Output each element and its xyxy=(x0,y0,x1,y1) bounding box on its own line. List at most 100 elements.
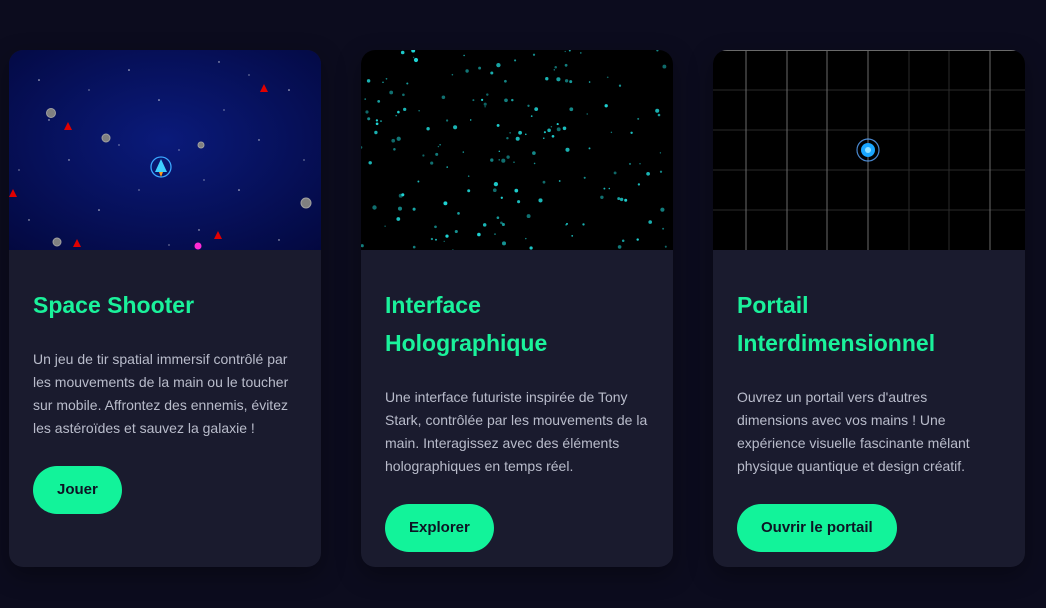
particle xyxy=(467,175,470,177)
particle xyxy=(434,225,437,229)
particle xyxy=(483,102,487,106)
particle xyxy=(400,50,405,55)
particle xyxy=(496,216,500,220)
particle xyxy=(372,205,377,210)
particle xyxy=(496,62,501,68)
particle xyxy=(556,123,559,126)
particle xyxy=(556,77,561,82)
space-shooter-preview xyxy=(9,50,321,250)
particle xyxy=(606,76,609,79)
particle xyxy=(396,217,401,221)
card-body: Portail Interdimensionnel Ouvrez un port… xyxy=(713,250,1025,552)
particle xyxy=(547,128,551,133)
particle xyxy=(441,95,446,100)
project-card-portal: Portail Interdimensionnel Ouvrez un port… xyxy=(713,50,1025,567)
particle xyxy=(543,137,545,139)
particle xyxy=(562,126,567,131)
particle xyxy=(484,106,486,108)
particle xyxy=(457,212,460,215)
particle xyxy=(430,161,434,165)
card-description: Ouvrez un portail vers d'autres dimensio… xyxy=(737,389,970,474)
particle xyxy=(571,235,574,237)
particle xyxy=(467,189,471,193)
particle xyxy=(382,81,384,84)
particle xyxy=(412,245,416,249)
particle xyxy=(533,162,536,165)
particle xyxy=(639,162,641,165)
particle xyxy=(618,84,622,87)
particle xyxy=(600,195,604,200)
particle xyxy=(554,66,557,69)
particle xyxy=(646,171,650,176)
particle xyxy=(401,193,405,197)
particle xyxy=(617,197,621,201)
particle xyxy=(655,108,660,113)
particle xyxy=(603,187,606,190)
particle xyxy=(613,171,617,175)
particle xyxy=(395,114,397,117)
open-portal-button[interactable]: Ouvrir le portail xyxy=(737,504,897,552)
particle xyxy=(526,214,531,219)
particle xyxy=(365,110,369,114)
particle xyxy=(478,66,482,70)
card-description: Un jeu de tir spatial immersif contrôlé … xyxy=(33,351,289,436)
particle xyxy=(472,99,475,102)
particle xyxy=(538,198,543,203)
particle xyxy=(662,227,665,230)
particle xyxy=(617,245,622,249)
particle xyxy=(385,77,388,80)
particle xyxy=(610,131,613,134)
particle xyxy=(496,123,500,127)
particle xyxy=(530,115,533,117)
particle xyxy=(481,98,484,101)
particle xyxy=(621,239,625,243)
particle xyxy=(586,113,588,115)
particle xyxy=(462,151,465,153)
card-description: Une interface futuriste inspirée de Tony… xyxy=(385,389,648,474)
particle xyxy=(564,63,568,67)
particle xyxy=(477,232,481,237)
particle xyxy=(565,147,570,152)
particle xyxy=(501,241,507,246)
particle xyxy=(437,145,440,148)
particle xyxy=(443,240,445,242)
particle xyxy=(500,196,503,199)
particle xyxy=(426,127,430,131)
particle xyxy=(393,148,396,151)
particle xyxy=(412,207,416,211)
card-body: Interface Holographique Une interface fu… xyxy=(361,250,673,552)
particle xyxy=(435,238,437,241)
particle xyxy=(402,93,405,97)
particle xyxy=(375,122,379,126)
particle xyxy=(630,131,633,135)
particle xyxy=(518,130,522,135)
particle xyxy=(375,119,379,122)
particle xyxy=(384,225,386,227)
particle xyxy=(525,237,527,240)
particle xyxy=(665,50,668,52)
particle xyxy=(514,59,517,62)
particle xyxy=(604,104,608,108)
particle xyxy=(463,54,465,57)
particle xyxy=(636,238,639,241)
particle xyxy=(513,161,515,163)
particle xyxy=(366,79,371,83)
particle xyxy=(439,144,441,146)
explore-button[interactable]: Explorer xyxy=(385,504,494,552)
particle xyxy=(389,90,394,95)
particle xyxy=(564,79,569,83)
particle xyxy=(482,223,487,227)
play-button[interactable]: Jouer xyxy=(33,466,122,514)
particle xyxy=(368,161,372,165)
particle xyxy=(465,69,469,73)
particle xyxy=(569,80,573,84)
particle xyxy=(657,113,661,117)
card-body: Space Shooter Un jeu de tir spatial imme… xyxy=(9,250,321,514)
particle xyxy=(403,107,407,112)
particle xyxy=(501,158,506,163)
particle xyxy=(374,130,378,135)
portal-grid-preview xyxy=(713,50,1025,250)
particle xyxy=(517,200,521,204)
project-card-space-shooter: Space Shooter Un jeu de tir spatial imme… xyxy=(9,50,321,567)
particle xyxy=(500,221,503,225)
